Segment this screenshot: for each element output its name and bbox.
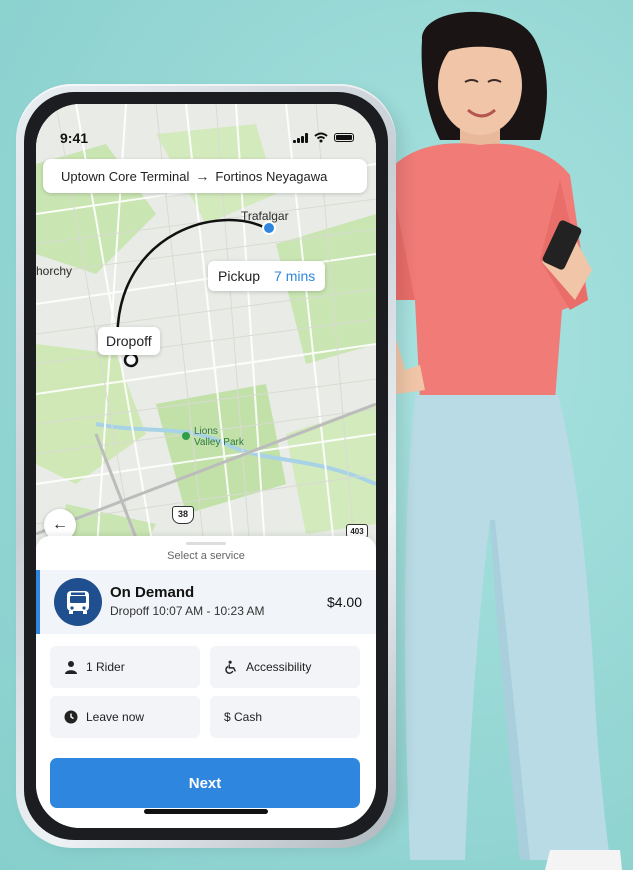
service-price: $4.00 (326, 594, 362, 610)
wheelchair-icon (224, 660, 238, 674)
service-name: On Demand (110, 584, 195, 601)
phone-bezel: 9:41 Uptown Core Terminal → Fortinos Ney… (24, 92, 388, 840)
person-icon (64, 660, 78, 674)
park-name-line2: Valley Park (194, 437, 244, 448)
departure-option[interactable]: Leave now (50, 696, 200, 738)
departure-label: Leave now (86, 710, 145, 724)
pickup-callout[interactable]: Pickup 7 mins (208, 261, 326, 291)
map-label-trafalgar: Trafalgar (241, 209, 289, 223)
service-dropoff-window: Dropoff 10:07 AM - 10:23 AM (110, 604, 265, 618)
accessibility-label: Accessibility (246, 660, 312, 674)
service-option-on-demand[interactable]: On Demand Dropoff 10:07 AM - 10:23 AM $4… (36, 570, 376, 634)
status-time: 9:41 (60, 130, 89, 146)
pickup-label: Pickup (218, 268, 261, 284)
riders-label: 1 Rider (86, 660, 125, 674)
status-bar: 9:41 (36, 130, 376, 148)
dropoff-label: Dropoff (106, 333, 152, 349)
wifi-icon (314, 132, 328, 143)
arrow-right-icon: → (195, 168, 210, 184)
bus-icon (54, 578, 102, 626)
signal-icon (293, 132, 308, 143)
phone-screen: 9:41 Uptown Core Terminal → Fortinos Ney… (36, 104, 376, 828)
riders-option[interactable]: 1 Rider (50, 646, 200, 688)
route-origin: Uptown Core Terminal (61, 168, 190, 184)
accessibility-option[interactable]: Accessibility (210, 646, 360, 688)
pickup-eta: 7 mins (274, 268, 316, 284)
next-button[interactable]: Next (50, 758, 360, 808)
dropoff-callout[interactable]: Dropoff (98, 327, 160, 355)
payment-option[interactable]: $ Cash (210, 696, 360, 738)
status-icons (293, 132, 354, 143)
map-label-horchy: horchy (36, 264, 73, 278)
map-label-park: Lions Valley Park (194, 426, 244, 448)
sheet-grabber[interactable] (186, 542, 226, 545)
home-indicator[interactable] (144, 809, 268, 814)
battery-icon (334, 133, 354, 142)
sheet-title: Select a service (167, 550, 245, 562)
clock-icon (64, 710, 78, 724)
park-name-line1: Lions (194, 426, 218, 437)
route-bar[interactable]: Uptown Core Terminal → Fortinos Neyagawa (43, 159, 367, 193)
payment-label: $ Cash (224, 710, 263, 724)
arrow-left-icon: ← (52, 516, 68, 533)
highway-38-shield: 38 (172, 506, 194, 524)
phone-frame: 9:41 Uptown Core Terminal → Fortinos Ney… (16, 84, 396, 848)
route-destination: Fortinos Neyagawa (215, 168, 328, 184)
service-sheet: Select a service On Demand Dropoff 10:07… (36, 536, 376, 828)
